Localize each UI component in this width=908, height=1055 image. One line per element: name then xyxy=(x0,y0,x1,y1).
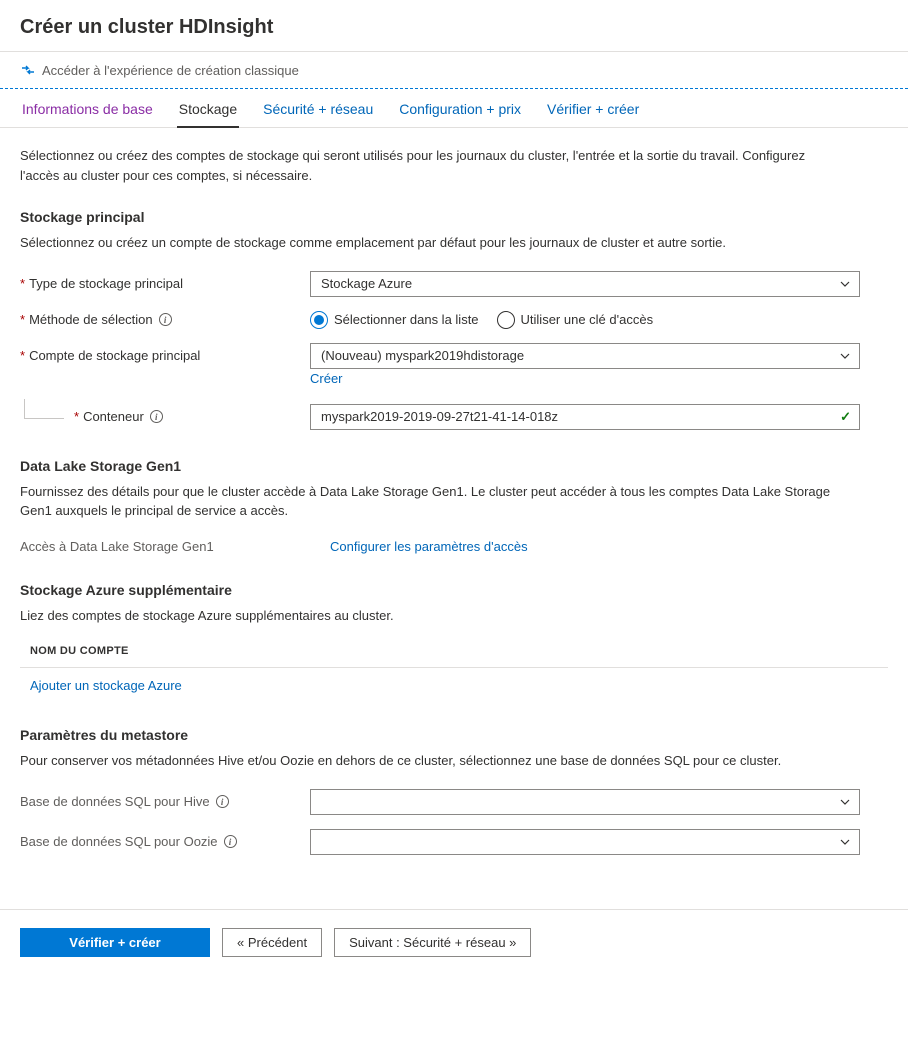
container-input[interactable]: myspark2019-2019-09-27t21-41-14-018z ✓ xyxy=(310,404,860,430)
hive-db-label: Base de données SQL pour Hive i xyxy=(20,794,310,809)
adls-desc: Fournissez des détails pour que le clust… xyxy=(20,482,860,521)
primary-storage-desc: Sélectionnez ou créez un compte de stock… xyxy=(20,233,860,253)
storage-type-label: * Type de stockage principal xyxy=(20,276,310,291)
checkmark-icon: ✓ xyxy=(840,409,851,425)
switch-icon xyxy=(20,62,36,78)
classic-link-text: Accéder à l'expérience de création class… xyxy=(42,63,299,78)
storage-account-row: * Compte de stockage principal (Nouveau)… xyxy=(20,343,888,369)
storage-type-select[interactable]: Stockage Azure xyxy=(310,271,860,297)
selection-method-label: * Méthode de sélection i xyxy=(20,312,310,327)
metastore-title: Paramètres du metastore xyxy=(20,727,888,743)
next-button[interactable]: Suivant : Sécurité + réseau » xyxy=(334,928,531,957)
tab-security[interactable]: Sécurité + réseau xyxy=(261,89,375,127)
oozie-db-row: Base de données SQL pour Oozie i xyxy=(20,829,888,855)
info-icon[interactable]: i xyxy=(150,410,163,423)
indent-bracket xyxy=(24,399,64,419)
metastore-desc: Pour conserver vos métadonnées Hive et/o… xyxy=(20,751,860,771)
adls-access-label: Accès à Data Lake Storage Gen1 xyxy=(20,539,330,554)
adls-title: Data Lake Storage Gen1 xyxy=(20,458,888,474)
content-area: Sélectionnez ou créez des comptes de sto… xyxy=(0,128,908,889)
page-title: Créer un cluster HDInsight xyxy=(20,16,888,39)
intro-text: Sélectionnez ou créez des comptes de sto… xyxy=(20,146,840,185)
oozie-db-label: Base de données SQL pour Oozie i xyxy=(20,834,310,849)
info-icon[interactable]: i xyxy=(216,795,229,808)
radio-button-unchecked xyxy=(497,311,515,329)
additional-storage-desc: Liez des comptes de stockage Azure suppl… xyxy=(20,606,860,626)
classic-experience-link[interactable]: Accéder à l'expérience de création class… xyxy=(0,52,908,89)
radio-use-access-key[interactable]: Utiliser une clé d'accès xyxy=(497,311,654,329)
account-name-header: Nom du compte xyxy=(20,631,888,667)
tab-basics[interactable]: Informations de base xyxy=(20,89,155,127)
create-new-row: Créer xyxy=(20,371,888,386)
review-create-button[interactable]: Vérifier + créer xyxy=(20,928,210,957)
info-icon[interactable]: i xyxy=(224,835,237,848)
tab-configuration[interactable]: Configuration + prix xyxy=(397,89,523,127)
storage-account-label: * Compte de stockage principal xyxy=(20,348,310,363)
add-storage-link[interactable]: Ajouter un stockage Azure xyxy=(20,668,888,699)
storage-type-row: * Type de stockage principal Stockage Az… xyxy=(20,271,888,297)
additional-storage-title: Stockage Azure supplémentaire xyxy=(20,582,888,598)
selection-method-row: * Méthode de sélection i Sélectionner da… xyxy=(20,311,888,329)
container-label: * Conteneur i xyxy=(20,409,310,424)
wizard-tabs: Informations de base Stockage Sécurité +… xyxy=(0,89,908,128)
required-marker: * xyxy=(20,312,25,327)
radio-button-checked xyxy=(310,311,328,329)
wizard-footer: Vérifier + créer « Précédent Suivant : S… xyxy=(0,909,908,975)
page-header: Créer un cluster HDInsight xyxy=(0,0,908,52)
container-row: * Conteneur i myspark2019-2019-09-27t21-… xyxy=(20,404,888,430)
info-icon[interactable]: i xyxy=(159,313,172,326)
chevron-down-icon xyxy=(839,350,851,362)
storage-account-select[interactable]: (Nouveau) myspark2019hdistorage xyxy=(310,343,860,369)
previous-button[interactable]: « Précédent xyxy=(222,928,322,957)
adls-access-row: Accès à Data Lake Storage Gen1 Configure… xyxy=(20,539,888,554)
required-marker: * xyxy=(20,348,25,363)
primary-storage-title: Stockage principal xyxy=(20,209,888,225)
chevron-down-icon xyxy=(839,836,851,848)
selection-method-radios: Sélectionner dans la liste Utiliser une … xyxy=(310,311,860,329)
hive-db-row: Base de données SQL pour Hive i xyxy=(20,789,888,815)
radio-select-from-list[interactable]: Sélectionner dans la liste xyxy=(310,311,479,329)
chevron-down-icon xyxy=(839,796,851,808)
required-marker: * xyxy=(20,276,25,291)
oozie-db-select[interactable] xyxy=(310,829,860,855)
hive-db-select[interactable] xyxy=(310,789,860,815)
tab-storage[interactable]: Stockage xyxy=(177,89,239,127)
create-new-link[interactable]: Créer xyxy=(310,371,343,386)
adls-configure-link[interactable]: Configurer les paramètres d'accès xyxy=(330,539,528,554)
chevron-down-icon xyxy=(839,278,851,290)
required-marker: * xyxy=(74,409,79,424)
tab-review[interactable]: Vérifier + créer xyxy=(545,89,641,127)
